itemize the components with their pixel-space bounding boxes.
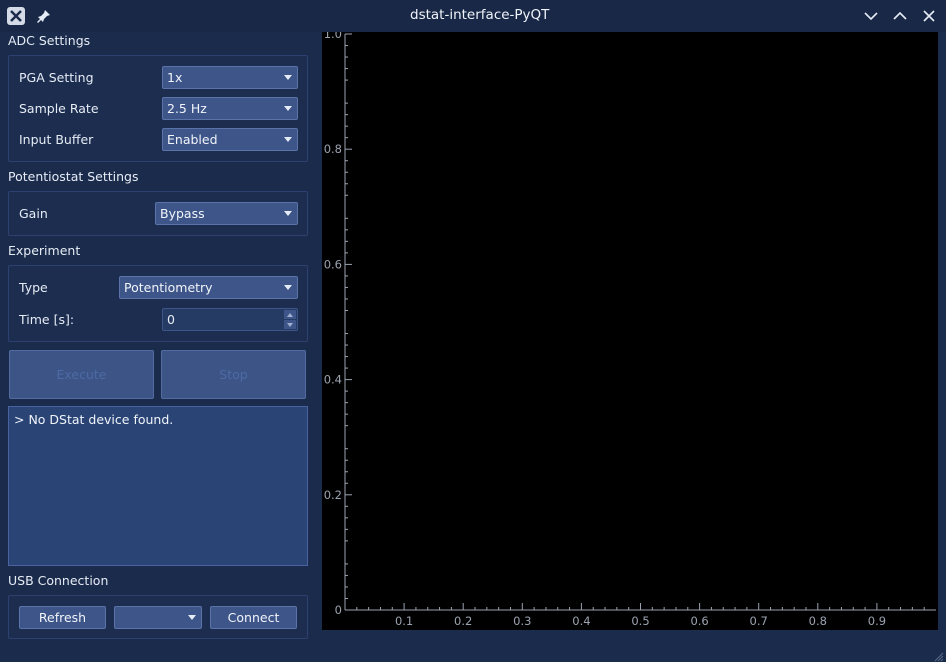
experiment-type-value: Potentiometry (124, 280, 213, 295)
gain-value: Bypass (160, 206, 205, 221)
close-window-icon[interactable] (917, 4, 941, 28)
usb-connection-title: USB Connection (8, 573, 109, 588)
adc-settings-group: PGA Setting 1x Sample Rate 2.5 Hz Input … (8, 55, 308, 162)
y-tick-label: 0.2 (324, 488, 342, 502)
potentiostat-settings-group: Gain Bypass (8, 191, 308, 236)
plot-area[interactable]: 0.1 0.2 0.3 0.4 0.5 0.6 0.7 0.8 0.9 0 0.2 0.4 0.6 0.8… (322, 27, 938, 630)
spin-up-button[interactable] (284, 310, 296, 319)
input-buffer-select[interactable]: Enabled (162, 128, 298, 151)
type-label: Type (19, 280, 48, 295)
x-tick-label: 0.1 (395, 614, 413, 628)
adc-settings-title: ADC Settings (8, 33, 91, 48)
pga-setting-value: 1x (167, 70, 183, 85)
y-tick-label: 0.8 (324, 142, 342, 156)
pga-setting-select[interactable]: 1x (162, 66, 298, 89)
gain-select[interactable]: Bypass (155, 202, 298, 225)
potentiostat-settings-title: Potentiostat Settings (8, 169, 139, 184)
arrow-down-icon (287, 322, 293, 327)
chevron-down-icon (284, 137, 292, 142)
x-tick-label: 0.2 (454, 614, 472, 628)
time-value: 0 (167, 312, 175, 327)
status-log[interactable]: > No DStat device found. (8, 406, 308, 566)
sample-rate-label: Sample Rate (19, 101, 99, 116)
stop-button[interactable]: Stop (161, 350, 306, 399)
settings-panel: ADC Settings PGA Setting 1x Sample Rate … (0, 32, 316, 662)
gain-label: Gain (19, 206, 48, 221)
x-tick-label: 0.3 (513, 614, 531, 628)
usb-port-select[interactable] (114, 606, 202, 629)
time-label: Time [s]: (19, 312, 75, 327)
chevron-down-icon (284, 211, 292, 216)
x-tick-label: 0.4 (572, 614, 590, 628)
spin-down-button[interactable] (284, 320, 296, 329)
experiment-group: Type Potentiometry Time [s]: 0 (8, 265, 308, 342)
y-tick-label: 0.4 (324, 373, 342, 387)
connect-button[interactable]: Connect (210, 606, 297, 629)
sample-rate-select[interactable]: 2.5 Hz (162, 97, 298, 120)
refresh-button[interactable]: Refresh (19, 606, 106, 629)
experiment-title: Experiment (8, 243, 81, 258)
x-tick-label: 0.9 (868, 614, 886, 628)
plot-canvas: 0.1 0.2 0.3 0.4 0.5 0.6 0.7 0.8 0.9 0 0.2 0.4 0.6 0.8… (324, 27, 936, 628)
close-app-icon[interactable] (4, 4, 28, 28)
x-tick-label: 0.5 (631, 614, 649, 628)
chevron-down-icon (188, 615, 196, 620)
x-tick-label: 0.8 (809, 614, 827, 628)
execute-button[interactable]: Execute (9, 350, 154, 399)
pin-icon[interactable] (32, 4, 56, 28)
time-spinbox[interactable]: 0 (162, 308, 298, 331)
sample-rate-value: 2.5 Hz (167, 101, 207, 116)
title-bar: dstat-interface-PyQT (0, 0, 946, 32)
resize-grip-icon[interactable] (934, 650, 944, 662)
spin-buttons (284, 310, 296, 329)
chevron-down-icon (284, 285, 292, 290)
usb-connection-group: Refresh Connect (8, 595, 308, 639)
minimize-icon[interactable] (859, 4, 883, 28)
chevron-down-icon (284, 106, 292, 111)
x-tick-label: 0.6 (690, 614, 708, 628)
experiment-type-select[interactable]: Potentiometry (119, 276, 298, 299)
y-tick-label: 1.0 (324, 32, 342, 41)
input-buffer-label: Input Buffer (19, 132, 94, 147)
y-tick-label: 0.6 (324, 257, 342, 271)
chevron-down-icon (284, 75, 292, 80)
pga-setting-label: PGA Setting (19, 70, 94, 85)
x-tick-label: 0.7 (750, 614, 768, 628)
input-buffer-value: Enabled (167, 132, 218, 147)
arrow-up-icon (287, 312, 293, 317)
maximize-icon[interactable] (888, 4, 912, 28)
y-tick-label: 0 (335, 603, 342, 617)
window-title: dstat-interface-PyQT (410, 7, 550, 23)
